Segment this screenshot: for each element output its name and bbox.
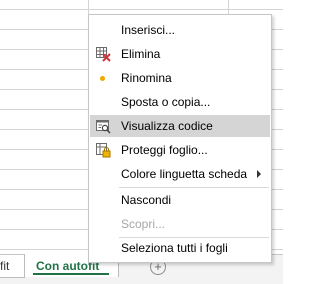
sheet-context-menu: Inserisci... Elimina Rinomina Sposta o c… [88, 14, 272, 263]
menu-item-label: Inserisci... [121, 23, 176, 37]
menu-item-tab-color[interactable]: Colore linguetta scheda [90, 163, 270, 185]
menu-item-label: Visualizza codice [121, 119, 213, 133]
menu-item-hide[interactable]: Nascondi [90, 189, 270, 211]
menu-item-label: Rinomina [121, 71, 172, 85]
menu-item-protect-sheet[interactable]: Proteggi foglio... [90, 139, 270, 161]
sheet-tab-label: fit [0, 259, 10, 273]
menu-item-delete[interactable]: Elimina [90, 43, 270, 65]
menu-item-select-all-sheets[interactable]: Seleziona tutti i fogli [90, 237, 270, 259]
menu-item-insert[interactable]: Inserisci... [90, 19, 270, 41]
menu-item-label: Scopri... [121, 217, 166, 231]
menu-item-label: Colore linguetta scheda [121, 167, 248, 181]
row-divider [0, 9, 283, 10]
menu-item-label: Seleziona tutti i fogli [121, 241, 228, 255]
menu-item-rename[interactable]: Rinomina [90, 67, 270, 89]
active-tab-underline [33, 273, 109, 275]
view-code-icon [95, 118, 111, 134]
sheet-tab-previous[interactable]: fit [0, 255, 25, 278]
menu-separator [119, 187, 269, 188]
menu-item-label: Nascondi [121, 193, 172, 207]
delete-sheet-icon [95, 46, 111, 62]
menu-item-label: Proteggi foglio... [121, 143, 208, 157]
submenu-arrow-icon [257, 170, 261, 178]
menu-item-move-copy[interactable]: Sposta o copia... [90, 91, 270, 113]
menu-item-label: Sposta o copia... [121, 95, 211, 109]
menu-item-label: Elimina [121, 47, 161, 61]
rename-dot-icon [100, 76, 105, 81]
menu-item-unhide: Scopri... [90, 213, 270, 235]
protect-sheet-icon [95, 142, 111, 158]
menu-item-view-code[interactable]: Visualizza codice [90, 115, 270, 137]
